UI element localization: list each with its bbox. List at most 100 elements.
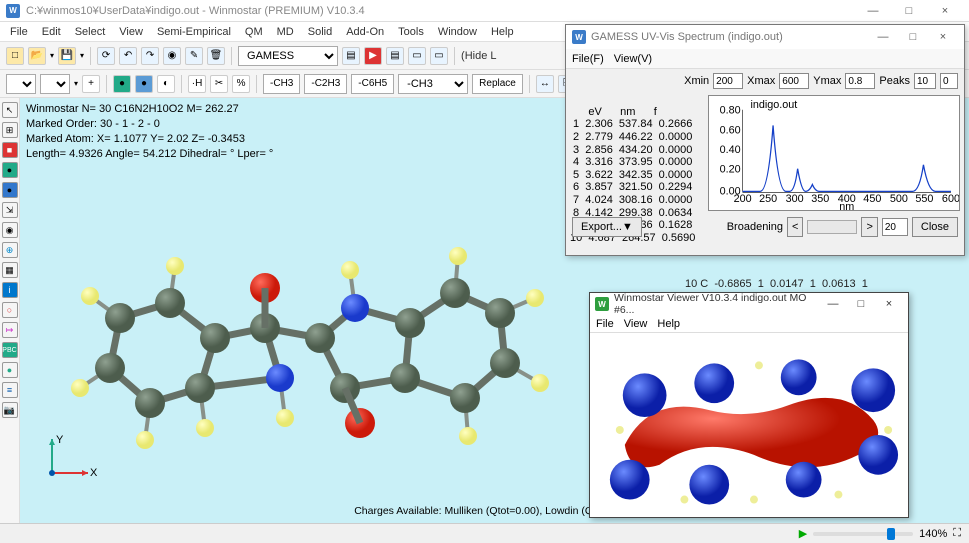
rail-cursor-icon[interactable]: ↖ bbox=[2, 102, 18, 118]
menu-edit[interactable]: Edit bbox=[36, 24, 67, 40]
expand-icon[interactable]: ⛶ bbox=[953, 527, 961, 540]
refresh-icon[interactable]: ⟳ bbox=[97, 47, 115, 65]
film-icon[interactable]: ▭ bbox=[408, 47, 426, 65]
undo-icon[interactable]: ↶ bbox=[119, 47, 137, 65]
export-button[interactable]: Export...▼ bbox=[572, 217, 642, 237]
rail-grid-icon[interactable]: ⊞ bbox=[2, 122, 18, 138]
ball2-icon[interactable]: ● bbox=[135, 75, 153, 93]
broad-slider[interactable] bbox=[807, 220, 857, 234]
uvvis-titlebar[interactable]: W GAMESS UV-Vis Spectrum (indigo.out) — … bbox=[566, 25, 964, 49]
viewer-titlebar[interactable]: W Winmostar Viewer V10.3.4 indigo.out MO… bbox=[590, 293, 908, 315]
rail-chrome-icon[interactable]: ◉ bbox=[2, 222, 18, 238]
rail-dot-icon[interactable]: ● bbox=[2, 362, 18, 378]
rail-mol-icon[interactable]: ● bbox=[2, 162, 18, 178]
broad-input[interactable] bbox=[882, 218, 908, 236]
menu-select[interactable]: Select bbox=[69, 24, 112, 40]
log-icon[interactable]: ▤ bbox=[386, 47, 404, 65]
broad-left[interactable]: < bbox=[787, 217, 803, 237]
rail-blue-icon[interactable]: ● bbox=[2, 182, 18, 198]
viewer-close[interactable]: × bbox=[875, 298, 903, 310]
peaks-input[interactable] bbox=[914, 73, 936, 89]
bond-icon[interactable]: ·H bbox=[188, 75, 206, 93]
viewer-minimize[interactable]: — bbox=[819, 298, 847, 310]
rail-table-icon[interactable]: ▦ bbox=[2, 262, 18, 278]
rail-camera-icon[interactable]: 📷 bbox=[2, 402, 18, 418]
menu-file[interactable]: File bbox=[4, 24, 34, 40]
viewer-maximize[interactable]: □ bbox=[847, 298, 875, 310]
group-c6h5[interactable]: -C6H5 bbox=[351, 74, 394, 94]
run-icon[interactable]: ▶ bbox=[364, 47, 382, 65]
menu-qm[interactable]: QM bbox=[239, 24, 269, 40]
ruler-icon[interactable]: ↔ bbox=[536, 75, 554, 93]
ball1-icon[interactable]: ● bbox=[113, 75, 131, 93]
element-num-select[interactable]: 1 bbox=[40, 74, 70, 94]
viewer-window[interactable]: W Winmostar Viewer V10.3.4 indigo.out MO… bbox=[589, 292, 909, 518]
viewer-menu-help[interactable]: Help bbox=[657, 318, 680, 330]
left-tool-rail: ↖ ⊞ ■ ● ● ⇲ ◉ ⊕ ▦ i ○ ↦ PBC ● ≡ 📷 bbox=[0, 98, 20, 523]
rail-rec-icon[interactable]: ■ bbox=[2, 142, 18, 158]
uvvis-menu-file[interactable]: File(F) bbox=[572, 53, 604, 65]
menu-help[interactable]: Help bbox=[485, 24, 520, 40]
element-select[interactable]: H bbox=[6, 74, 36, 94]
broad-right[interactable]: > bbox=[861, 217, 877, 237]
trash-icon[interactable]: 🗑 bbox=[207, 47, 225, 65]
uvvis-params: Xmin Xmax Ymax Peaks bbox=[566, 69, 964, 93]
uvvis-close-button[interactable]: Close bbox=[912, 217, 958, 237]
new-icon[interactable]: □ bbox=[6, 47, 24, 65]
uvvis-menu-view[interactable]: View(V) bbox=[614, 53, 652, 65]
plus-icon[interactable]: + bbox=[82, 75, 100, 93]
uvvis-close[interactable]: × bbox=[928, 31, 958, 43]
uvvis-minimize[interactable]: — bbox=[868, 31, 898, 43]
uvvis-window[interactable]: W GAMESS UV-Vis Spectrum (indigo.out) — … bbox=[565, 24, 965, 256]
app-icon: W bbox=[6, 4, 20, 18]
maximize-button[interactable]: □ bbox=[891, 1, 927, 21]
close-button[interactable]: × bbox=[927, 1, 963, 21]
peaks2-input[interactable] bbox=[940, 73, 958, 89]
menu-md[interactable]: MD bbox=[271, 24, 300, 40]
rail-merge-icon[interactable]: ↦ bbox=[2, 322, 18, 338]
minimize-button[interactable]: — bbox=[855, 1, 891, 21]
xmin-input[interactable] bbox=[713, 73, 743, 89]
statusbar: ▶ 140% ⛶ bbox=[0, 523, 969, 543]
viewer-menu-file[interactable]: File bbox=[596, 318, 614, 330]
menu-tools[interactable]: Tools bbox=[392, 24, 430, 40]
uvvis-maximize[interactable]: □ bbox=[898, 31, 928, 43]
rail-list-icon[interactable]: ≡ bbox=[2, 382, 18, 398]
zoom-slider[interactable] bbox=[813, 532, 913, 536]
group-ch3[interactable]: -CH3 bbox=[263, 74, 300, 94]
link-icon[interactable]: % bbox=[232, 75, 250, 93]
main-titlebar: W C:¥winmos10¥UserData¥indigo.out - Winm… bbox=[0, 0, 969, 22]
ymax-input[interactable] bbox=[845, 73, 875, 89]
viewer-canvas[interactable] bbox=[590, 333, 908, 517]
rail-drop-icon[interactable]: ⊕ bbox=[2, 242, 18, 258]
redo-icon[interactable]: ↷ bbox=[141, 47, 159, 65]
viewer-menu-view[interactable]: View bbox=[624, 318, 648, 330]
svg-text:indigo.out: indigo.out bbox=[750, 99, 797, 111]
menu-solid[interactable]: Solid bbox=[302, 24, 338, 40]
edit-icon[interactable]: ✎ bbox=[185, 47, 203, 65]
cut-icon[interactable]: ✂ bbox=[210, 75, 228, 93]
engine-select[interactable]: GAMESS bbox=[238, 46, 338, 66]
rail-info-icon[interactable]: i bbox=[2, 282, 18, 298]
film2-icon[interactable]: ▭ bbox=[430, 47, 448, 65]
xmax-input[interactable] bbox=[779, 73, 809, 89]
svg-text:0.80: 0.80 bbox=[720, 105, 741, 117]
open-icon[interactable]: 📂 bbox=[28, 47, 46, 65]
half-icon[interactable]: ◐ bbox=[157, 75, 175, 93]
play-button[interactable]: ▶ bbox=[799, 527, 807, 540]
rail-pbc-icon[interactable]: PBC bbox=[2, 342, 18, 358]
rail-expand-icon[interactable]: ⇲ bbox=[2, 202, 18, 218]
coin-icon[interactable]: ◉ bbox=[163, 47, 181, 65]
rail-circle-icon[interactable]: ○ bbox=[2, 302, 18, 318]
save-icon[interactable]: 💾 bbox=[58, 47, 76, 65]
replace-button[interactable]: Replace bbox=[472, 74, 523, 94]
hide-label[interactable]: (Hide L bbox=[461, 50, 496, 62]
menu-view[interactable]: View bbox=[113, 24, 149, 40]
viewer-title: Winmostar Viewer V10.3.4 indigo.out MO #… bbox=[614, 292, 819, 316]
menu-addon[interactable]: Add-On bbox=[340, 24, 390, 40]
menu-window[interactable]: Window bbox=[432, 24, 483, 40]
group-select[interactable]: -CH3 bbox=[398, 74, 468, 94]
menu-semi-empirical[interactable]: Semi-Empirical bbox=[151, 24, 237, 40]
doc-icon[interactable]: ▤ bbox=[342, 47, 360, 65]
group-c2h3[interactable]: -C2H3 bbox=[304, 74, 347, 94]
